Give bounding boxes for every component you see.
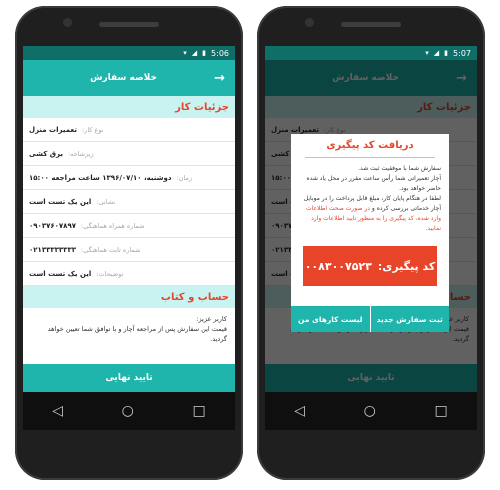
detail-row: شماره ثابت هماهنگی: ۰۲۱۳۳۳۳۳۳۳۳ — [23, 238, 235, 262]
nav-bar: ◁ ○ □ — [23, 392, 235, 430]
recent-icon[interactable]: □ — [192, 403, 205, 419]
signal-icon: ◢ — [433, 49, 440, 57]
details-heading: جزئیات کار — [23, 96, 235, 118]
confirm-button[interactable]: تایید نهایی — [23, 364, 235, 392]
row-value: ۰۲۱۳۳۳۳۳۳۳۳ — [29, 245, 76, 254]
wifi-icon: ▾ — [425, 49, 429, 57]
note-text: قیمت این سفارش پس از مراجعه آچار و با تو… — [47, 325, 227, 343]
page-title: خلاصه سفارش — [90, 73, 157, 83]
row-label: شماره همراه هماهنگی: — [81, 221, 145, 230]
row-label: شماره ثابت هماهنگی: — [81, 245, 141, 254]
status-bar: ▾ ◢ ▮ 5:06 — [23, 46, 235, 60]
row-label: توضیحات: — [96, 269, 124, 278]
row-label: زمان: — [176, 173, 193, 182]
detail-row: زمان: دوشنبه، ۱۳۹۶/۰۷/۱۰ ساعت مراجعه ۱۵:… — [23, 166, 235, 190]
detail-row: شماره همراه هماهنگی: ۰۹۰۳۷۶۰۷۸۹۷ — [23, 214, 235, 238]
screen-left: ▾ ◢ ▮ 5:06 خلاصه سفارش → جزئیات کار نوع … — [23, 46, 235, 430]
detail-row: توضیحات: این یک تست است — [23, 262, 235, 286]
tracking-label: کد پیگیری: — [377, 259, 436, 273]
row-label: نوع کار: — [81, 125, 104, 134]
detail-row: نوع کار: تعمیرات منزل — [23, 118, 235, 142]
row-label: زیرشاخه: — [67, 149, 94, 158]
row-value: برق کشی — [29, 149, 63, 158]
back-arrow-icon[interactable]: → — [214, 71, 225, 86]
phone-right: ▾ ◢ ▮ 5:07 خلاصه سفارش → جزئیات کار نوع … — [257, 6, 485, 480]
price-note: کاربر عزیز: قیمت این سفارش پس از مراجعه … — [23, 308, 235, 350]
dialog-body: سفارش شما با موفقیت ثبت شد. آچار تعمیرات… — [291, 164, 449, 234]
recent-icon[interactable]: □ — [434, 403, 447, 419]
battery-icon: ▮ — [444, 49, 449, 57]
back-icon[interactable]: ◁ — [294, 403, 305, 419]
signal-icon: ◢ — [191, 49, 198, 57]
tracking-code: ۰۰۸۳۰۰۷۵۲۳ — [304, 259, 372, 273]
dialog-line-3: لطفا در هنگام پایان کار، مبلغ قابل پرداخ… — [299, 194, 441, 234]
camera — [305, 18, 314, 27]
row-value: این یک تست است — [29, 269, 92, 278]
battery-icon: ▮ — [202, 49, 207, 57]
note-title: کاربر عزیز: — [196, 315, 227, 323]
detail-row: نشانی: این یک تست است — [23, 190, 235, 214]
dialog-buttons: لیست کارهای من ثبت سفارش جدید — [291, 306, 449, 332]
nav-bar: ◁ ○ □ — [265, 392, 477, 430]
wifi-icon: ▾ — [183, 49, 187, 57]
row-value: ۰۹۰۳۷۶۰۷۸۹۷ — [29, 221, 76, 230]
row-label: نشانی: — [96, 197, 116, 206]
app-bar: خلاصه سفارش → — [23, 60, 235, 96]
row-value: این یک تست است — [29, 197, 92, 206]
speaker — [99, 22, 159, 27]
detail-row: زیرشاخه: برق کشی — [23, 142, 235, 166]
phone-left: ▾ ◢ ▮ 5:06 خلاصه سفارش → جزئیات کار نوع … — [15, 6, 243, 480]
status-time: 5:06 — [211, 48, 229, 58]
status-time: 5:07 — [453, 48, 471, 58]
row-value: دوشنبه، ۱۳۹۶/۰۷/۱۰ ساعت مراجعه ۱۵:۰۰ — [29, 173, 172, 182]
dialog-divider — [305, 157, 435, 158]
account-heading: حساب و کتاب — [23, 286, 235, 308]
back-icon[interactable]: ◁ — [52, 403, 63, 419]
home-icon[interactable]: ○ — [364, 403, 376, 419]
screen-right: ▾ ◢ ▮ 5:07 خلاصه سفارش → جزئیات کار نوع … — [265, 46, 477, 430]
speaker — [341, 22, 401, 27]
row-value: تعمیرات منزل — [29, 125, 77, 134]
tracking-code-box: کد پیگیری: ۰۰۸۳۰۰۷۵۲۳ — [303, 246, 437, 286]
status-bar: ▾ ◢ ▮ 5:07 — [265, 46, 477, 60]
my-orders-button[interactable]: لیست کارهای من — [291, 306, 370, 332]
new-order-button[interactable]: ثبت سفارش جدید — [369, 306, 449, 332]
dialog-title: دریافت کد پیگیری — [326, 140, 414, 151]
home-icon[interactable]: ○ — [122, 403, 134, 419]
camera — [63, 18, 72, 27]
dialog-line-2: آچار تعمیراتی شما رأس ساعت مقرر در محل ی… — [306, 175, 441, 192]
dialog-line-1: سفارش شما با موفقیت ثبت شد. — [358, 165, 441, 172]
tracking-dialog: دریافت کد پیگیری سفارش شما با موفقیت ثبت… — [291, 134, 449, 332]
